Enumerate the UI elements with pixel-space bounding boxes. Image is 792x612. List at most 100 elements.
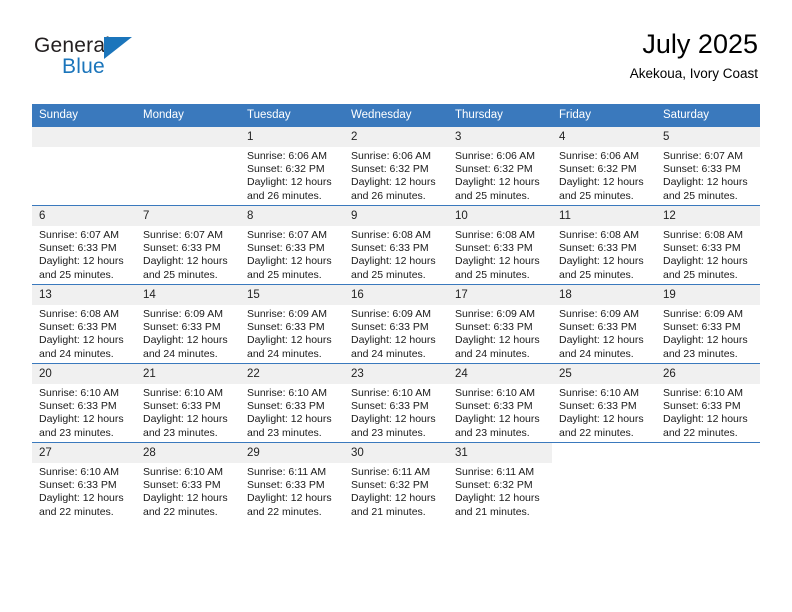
day-details: Sunrise: 6:09 AM Sunset: 6:33 PM Daylight:…: [240, 305, 344, 361]
day-cell[interactable]: 17 Sunrise: 6:09 AM Sunset: 6:33 PM Dayligh…: [448, 284, 552, 364]
day-detail-line: Sunset: 6:32 PM: [455, 163, 533, 176]
day-cell[interactable]: 27 Sunrise: 6:10 AM Sunset: 6:33 PM Dayligh…: [32, 442, 136, 521]
day-detail-line: Sunrise: 6:09 AM: [455, 308, 535, 320]
day-detail-line: Sunset: 6:33 PM: [559, 321, 637, 334]
day-detail-line: Daylight: 12 hours: [663, 176, 748, 189]
day-detail-line: Sunset: 6:33 PM: [247, 479, 325, 492]
day-cell[interactable]: 1 Sunrise: 6:06 AM Sunset: 6:32 PM Daylight…: [240, 126, 344, 206]
day-cell[interactable]: 24 Sunrise: 6:10 AM Sunset: 6:33 PM Dayligh…: [448, 363, 552, 443]
general-blue-logo[interactable]: General Blue: [34, 34, 154, 86]
day-cell[interactable]: 7 Sunrise: 6:07 AM Sunset: 6:33 PM Daylight…: [136, 205, 240, 285]
day-cell[interactable]: 14 Sunrise: 6:09 AM Sunset: 6:33 PM Dayligh…: [136, 284, 240, 364]
day-detail-line: Sunset: 6:33 PM: [663, 400, 741, 413]
day-cell[interactable]: 11 Sunrise: 6:08 AM Sunset: 6:33 PM Dayligh…: [552, 205, 656, 285]
day-details: Sunrise: 6:11 AM Sunset: 6:32 PM Daylight:…: [344, 463, 448, 519]
day-details: Sunrise: 6:10 AM Sunset: 6:33 PM Daylight:…: [136, 463, 240, 519]
day-detail-line: and 22 minutes.: [559, 426, 634, 439]
day-cell[interactable]: 31 Sunrise: 6:11 AM Sunset: 6:32 PM Dayligh…: [448, 442, 552, 521]
day-cell[interactable]: 8 Sunrise: 6:07 AM Sunset: 6:33 PM Daylight…: [240, 205, 344, 285]
day-details: Sunrise: 6:07 AM Sunset: 6:33 PM Daylight:…: [240, 226, 344, 282]
day-detail-line: Daylight: 12 hours: [455, 413, 540, 426]
day-detail-line: Sunset: 6:33 PM: [247, 321, 325, 334]
day-cell[interactable]: 28 Sunrise: 6:10 AM Sunset: 6:33 PM Dayligh…: [136, 442, 240, 521]
day-detail-line: Sunrise: 6:09 AM: [247, 308, 327, 320]
day-detail-line: and 24 minutes.: [39, 347, 114, 360]
day-detail-line: Daylight: 12 hours: [455, 492, 540, 505]
day-detail-line: Sunrise: 6:09 AM: [143, 308, 223, 320]
day-cell[interactable]: 15 Sunrise: 6:09 AM Sunset: 6:33 PM Dayligh…: [240, 284, 344, 364]
day-details: Sunrise: 6:10 AM Sunset: 6:33 PM Daylight:…: [32, 463, 136, 519]
day-detail-line: Sunrise: 6:06 AM: [351, 150, 431, 162]
day-number: 1: [240, 127, 344, 147]
day-cell[interactable]: 21 Sunrise: 6:10 AM Sunset: 6:33 PM Dayligh…: [136, 363, 240, 443]
day-detail-line: Daylight: 12 hours: [143, 334, 228, 347]
day-cell[interactable]: 5 Sunrise: 6:07 AM Sunset: 6:33 PM Daylight…: [656, 126, 760, 206]
day-cell[interactable]: 2 Sunrise: 6:06 AM Sunset: 6:32 PM Daylight…: [344, 126, 448, 206]
day-detail-line: Daylight: 12 hours: [559, 176, 644, 189]
day-number: 28: [136, 443, 240, 463]
day-cell[interactable]: 20 Sunrise: 6:10 AM Sunset: 6:33 PM Dayligh…: [32, 363, 136, 443]
day-cell[interactable]: 19 Sunrise: 6:09 AM Sunset: 6:33 PM Dayligh…: [656, 284, 760, 364]
day-detail-line: Daylight: 12 hours: [247, 492, 332, 505]
day-detail-line: Sunset: 6:33 PM: [143, 400, 221, 413]
logo-text-blue: Blue: [62, 55, 105, 78]
day-details: Sunrise: 6:10 AM Sunset: 6:33 PM Daylight:…: [32, 384, 136, 440]
day-detail-line: Sunrise: 6:11 AM: [351, 466, 431, 478]
day-detail-line: and 25 minutes.: [39, 268, 114, 281]
day-detail-line: Daylight: 12 hours: [247, 176, 332, 189]
day-detail-line: Sunrise: 6:10 AM: [559, 387, 639, 399]
day-number: [552, 443, 656, 463]
calendar-grid: Sunday Monday Tuesday Wednesday Thursday Frid…: [32, 104, 760, 521]
day-details: Sunrise: 6:07 AM Sunset: 6:33 PM Daylight:…: [656, 147, 760, 203]
day-details: Sunrise: 6:06 AM Sunset: 6:32 PM Daylight:…: [240, 147, 344, 203]
day-detail-line: Sunrise: 6:10 AM: [39, 387, 119, 399]
day-detail-line: Sunrise: 6:10 AM: [351, 387, 431, 399]
day-number: 19: [656, 285, 760, 305]
triangle-flag-icon: [104, 37, 132, 59]
day-cell[interactable]: 25 Sunrise: 6:10 AM Sunset: 6:33 PM Dayligh…: [552, 363, 656, 443]
day-detail-line: Sunset: 6:33 PM: [351, 400, 429, 413]
day-detail-line: Daylight: 12 hours: [663, 413, 748, 426]
day-cell[interactable]: 29 Sunrise: 6:11 AM Sunset: 6:33 PM Dayligh…: [240, 442, 344, 521]
day-detail-line: Sunset: 6:33 PM: [663, 321, 741, 334]
day-cell[interactable]: 10 Sunrise: 6:08 AM Sunset: 6:33 PM Dayligh…: [448, 205, 552, 285]
day-details: Sunrise: 6:08 AM Sunset: 6:33 PM Daylight:…: [552, 226, 656, 282]
day-detail-line: Sunset: 6:33 PM: [143, 321, 221, 334]
day-cell[interactable]: 9 Sunrise: 6:08 AM Sunset: 6:33 PM Daylight…: [344, 205, 448, 285]
day-cell[interactable]: 6 Sunrise: 6:07 AM Sunset: 6:33 PM Daylight…: [32, 205, 136, 285]
day-cell[interactable]: 3 Sunrise: 6:06 AM Sunset: 6:32 PM Daylight…: [448, 126, 552, 206]
day-details: Sunrise: 6:10 AM Sunset: 6:33 PM Daylight:…: [240, 384, 344, 440]
day-details: Sunrise: 6:10 AM Sunset: 6:33 PM Daylight:…: [552, 384, 656, 440]
day-detail-line: and 25 minutes.: [247, 268, 322, 281]
day-cell[interactable]: 16 Sunrise: 6:09 AM Sunset: 6:33 PM Dayligh…: [344, 284, 448, 364]
day-details: Sunrise: 6:09 AM Sunset: 6:33 PM Daylight:…: [656, 305, 760, 361]
day-detail-line: Sunrise: 6:08 AM: [351, 229, 431, 241]
day-number: 18: [552, 285, 656, 305]
weekday-header-friday: Friday: [552, 104, 656, 127]
day-detail-line: Sunset: 6:33 PM: [39, 321, 117, 334]
day-detail-line: Sunrise: 6:08 AM: [559, 229, 639, 241]
day-cell[interactable]: 26 Sunrise: 6:10 AM Sunset: 6:33 PM Dayligh…: [656, 363, 760, 443]
day-cell[interactable]: 13 Sunrise: 6:08 AM Sunset: 6:33 PM Dayligh…: [32, 284, 136, 364]
day-details: Sunrise: 6:08 AM Sunset: 6:33 PM Daylight:…: [448, 226, 552, 282]
day-cell[interactable]: 30 Sunrise: 6:11 AM Sunset: 6:32 PM Dayligh…: [344, 442, 448, 521]
day-detail-line: Sunrise: 6:10 AM: [39, 466, 119, 478]
day-detail-line: Sunset: 6:33 PM: [247, 400, 325, 413]
day-number: 26: [656, 364, 760, 384]
day-cell[interactable]: 4 Sunrise: 6:06 AM Sunset: 6:32 PM Daylight…: [552, 126, 656, 206]
day-detail-line: Daylight: 12 hours: [351, 413, 436, 426]
day-detail-line: and 22 minutes.: [663, 426, 738, 439]
day-cell[interactable]: 22 Sunrise: 6:10 AM Sunset: 6:33 PM Dayligh…: [240, 363, 344, 443]
day-detail-line: Sunset: 6:32 PM: [247, 163, 325, 176]
calendar-week-row: 1 Sunrise: 6:06 AM Sunset: 6:32 PM Daylight…: [32, 126, 760, 206]
day-detail-line: Sunset: 6:33 PM: [143, 479, 221, 492]
day-cell[interactable]: 18 Sunrise: 6:09 AM Sunset: 6:33 PM Dayligh…: [552, 284, 656, 364]
day-detail-line: Sunset: 6:32 PM: [351, 479, 429, 492]
day-number: 7: [136, 206, 240, 226]
day-details: Sunrise: 6:07 AM Sunset: 6:33 PM Daylight:…: [136, 226, 240, 282]
day-cell[interactable]: 23 Sunrise: 6:10 AM Sunset: 6:33 PM Dayligh…: [344, 363, 448, 443]
day-cell[interactable]: 12 Sunrise: 6:08 AM Sunset: 6:33 PM Dayligh…: [656, 205, 760, 285]
day-number: 8: [240, 206, 344, 226]
day-detail-line: and 23 minutes.: [663, 347, 738, 360]
day-detail-line: and 24 minutes.: [247, 347, 322, 360]
